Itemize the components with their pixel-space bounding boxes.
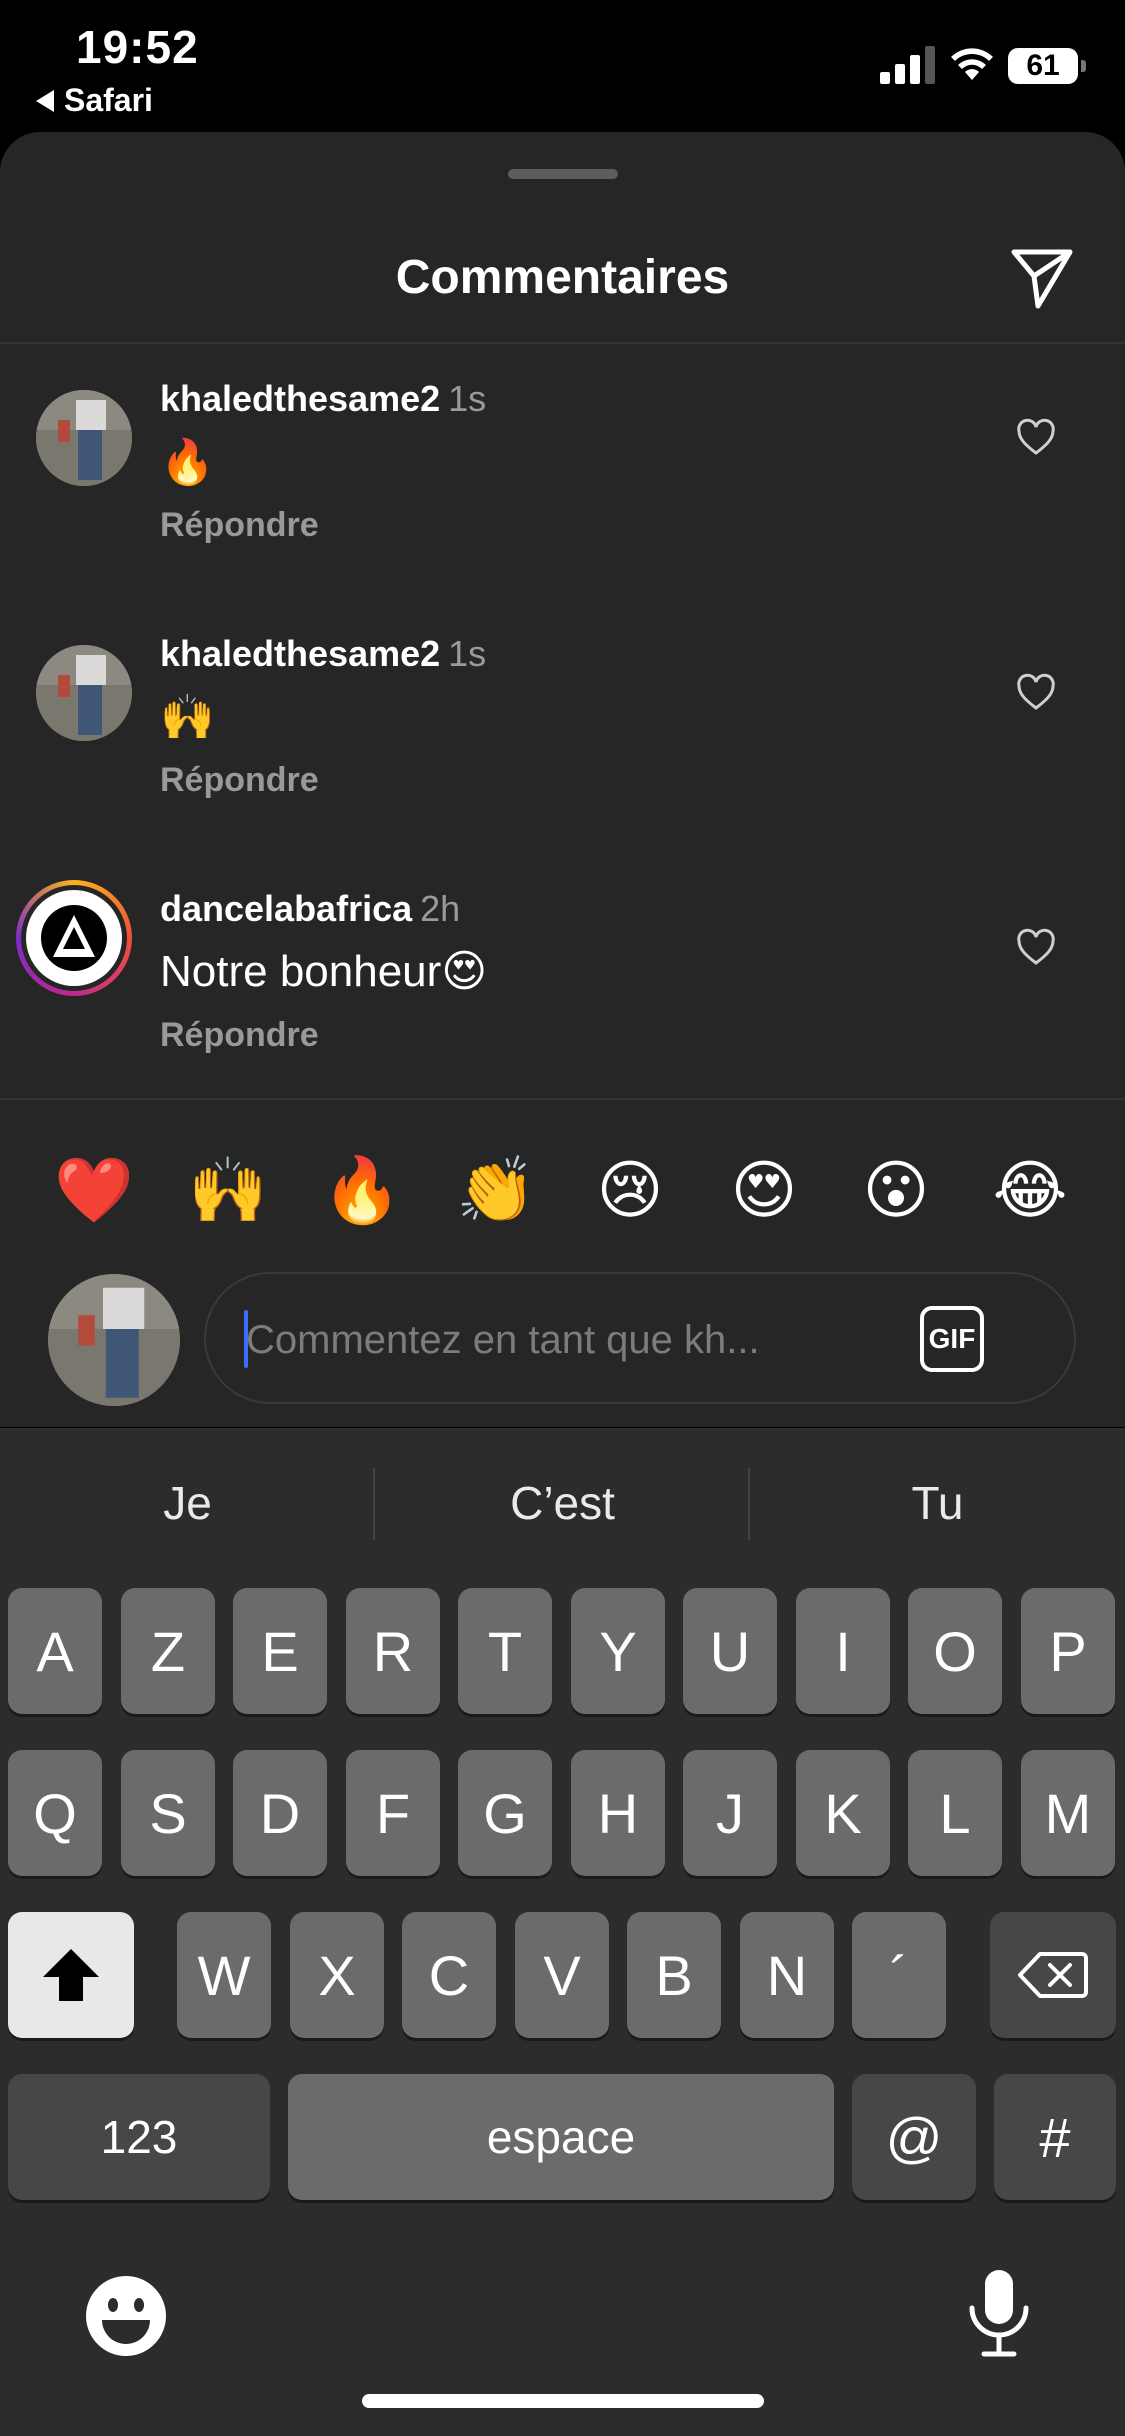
comment-time: 1s	[448, 378, 487, 419]
key-f[interactable]: F	[346, 1750, 440, 1876]
reaction-fire[interactable]: 🔥	[312, 1140, 412, 1240]
key-r[interactable]: R	[346, 1588, 440, 1714]
key-acute-accent[interactable]: ´	[852, 1912, 946, 2038]
comment-item: khaledthesame2 1s 🙌 Répondre	[0, 613, 1125, 843]
sheet-grabber[interactable]	[508, 169, 618, 179]
reaction-raised-hands[interactable]: 🙌	[178, 1140, 278, 1240]
composer-avatar	[48, 1274, 180, 1406]
reply-button[interactable]: Répondre	[160, 506, 319, 545]
reaction-clap[interactable]: 👏	[446, 1140, 546, 1240]
comment-username[interactable]: khaledthesame2	[160, 633, 440, 674]
space-key[interactable]: espace	[288, 2074, 834, 2200]
home-indicator[interactable]	[362, 2394, 764, 2408]
key-x[interactable]: X	[290, 1912, 384, 2038]
backspace-icon	[1018, 1952, 1088, 1998]
comment-username[interactable]: khaledthesame2	[160, 378, 440, 419]
hash-key[interactable]: #	[994, 2074, 1116, 2200]
battery-indicator: 61	[1008, 48, 1086, 84]
backspace-key[interactable]	[990, 1912, 1116, 2038]
key-u[interactable]: U	[683, 1588, 777, 1714]
reaction-surprised[interactable]: 😮	[846, 1140, 946, 1240]
suggestion-2[interactable]: C’est	[375, 1428, 750, 1578]
comment-text: Notre bonheur😍	[160, 947, 488, 996]
avatar[interactable]	[36, 390, 132, 486]
gif-icon[interactable]: GIF	[920, 1306, 984, 1372]
comment-header: khaledthesame2 1s	[160, 633, 486, 675]
key-p[interactable]: P	[1021, 1588, 1115, 1714]
suggestion-1[interactable]: Je	[0, 1428, 375, 1578]
key-j[interactable]: J	[683, 1750, 777, 1876]
back-to-app-link[interactable]: Safari	[36, 82, 153, 119]
key-y[interactable]: Y	[571, 1588, 665, 1714]
comment-time: 2h	[420, 888, 461, 929]
key-t[interactable]: T	[458, 1588, 552, 1714]
reaction-heart-eyes[interactable]: 😍	[714, 1140, 814, 1240]
key-o[interactable]: O	[908, 1588, 1002, 1714]
numbers-key[interactable]: 123	[8, 2074, 270, 2200]
comment-text: 🙌	[160, 693, 215, 742]
comment-input[interactable]	[246, 1298, 866, 1382]
comment-item: khaledthesame2 1s 🔥 Répondre	[0, 358, 1125, 588]
key-i[interactable]: I	[796, 1588, 890, 1714]
signal-icon	[880, 46, 935, 84]
comment-time: 1s	[448, 633, 487, 674]
reaction-cry[interactable]: 😢	[580, 1140, 680, 1240]
key-q[interactable]: Q	[8, 1750, 102, 1876]
at-key[interactable]: @	[852, 2074, 976, 2200]
comment-username[interactable]: dancelabafrica	[160, 888, 412, 929]
quick-reactions-bar: ❤️ 🙌 🔥 👏 😢 😍 😮 😂	[0, 1140, 1125, 1240]
reaction-laugh[interactable]: 😂	[980, 1140, 1080, 1240]
shift-key[interactable]	[8, 1912, 134, 2038]
status-time: 19:52	[76, 21, 199, 73]
key-g[interactable]: G	[458, 1750, 552, 1876]
key-h[interactable]: H	[571, 1750, 665, 1876]
logo-icon	[41, 905, 107, 971]
avatar[interactable]	[36, 645, 132, 741]
send-icon[interactable]	[1008, 244, 1076, 312]
suggestion-3[interactable]: Tu	[750, 1428, 1125, 1578]
status-bar: 19:52 Safari 61	[0, 0, 1125, 130]
comment-composer: GIF	[204, 1272, 1076, 1404]
user-photo	[36, 390, 132, 486]
reply-button[interactable]: Répondre	[160, 1016, 319, 1055]
key-e[interactable]: E	[233, 1588, 327, 1714]
brand-logo	[26, 890, 122, 986]
back-app-label: Safari	[64, 82, 153, 118]
key-l[interactable]: L	[908, 1750, 1002, 1876]
key-d[interactable]: D	[233, 1750, 327, 1876]
avatar[interactable]	[16, 880, 132, 996]
reaction-heart[interactable]: ❤️	[44, 1140, 144, 1240]
comment-header: dancelabafrica 2h	[160, 888, 460, 930]
heart-icon[interactable]	[1016, 673, 1056, 713]
reply-button[interactable]: Répondre	[160, 761, 319, 800]
user-photo	[36, 645, 132, 741]
comment-header: khaledthesame2 1s	[160, 378, 486, 420]
story-ring	[21, 885, 127, 991]
back-arrow-icon	[36, 89, 54, 112]
comment-text: 🔥	[160, 438, 215, 487]
header-divider	[0, 342, 1125, 344]
sheet-title: Commentaires	[395, 251, 730, 304]
key-v[interactable]: V	[515, 1912, 609, 2038]
comment-item: dancelabafrica 2h Notre bonheur😍 Répondre	[0, 868, 1125, 1098]
heart-icon[interactable]	[1016, 418, 1056, 458]
reactions-divider	[0, 1098, 1125, 1100]
user-photo	[48, 1274, 180, 1406]
emoji-keyboard-icon[interactable]	[84, 2274, 168, 2358]
key-w[interactable]: W	[177, 1912, 271, 2038]
microphone-icon[interactable]	[964, 2266, 1034, 2362]
key-n[interactable]: N	[740, 1912, 834, 2038]
key-z[interactable]: Z	[121, 1588, 215, 1714]
key-k[interactable]: K	[796, 1750, 890, 1876]
wifi-icon	[951, 48, 993, 80]
key-m[interactable]: M	[1021, 1750, 1115, 1876]
key-c[interactable]: C	[402, 1912, 496, 2038]
key-a[interactable]: A	[8, 1588, 102, 1714]
shift-icon	[43, 1949, 99, 2001]
key-b[interactable]: B	[627, 1912, 721, 2038]
key-s[interactable]: S	[121, 1750, 215, 1876]
heart-icon[interactable]	[1016, 928, 1056, 968]
